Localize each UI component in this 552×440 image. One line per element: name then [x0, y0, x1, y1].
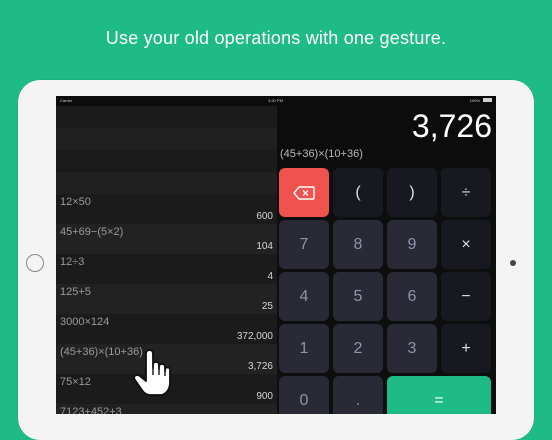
key-6[interactable]: 6: [387, 272, 437, 321]
key-9[interactable]: 9: [387, 220, 437, 269]
calculator-display: 3,726 (45+36)×(10+36): [277, 106, 496, 166]
history-expression: 12÷3: [60, 256, 85, 268]
history-expression: 7123+452+3: [60, 406, 122, 414]
history-item[interactable]: 125+5 25: [56, 284, 277, 314]
display-expression: (45+36)×(10+36): [280, 148, 363, 160]
history-item[interactable]: 12÷3 4: [56, 254, 277, 284]
decimal-button[interactable]: .: [333, 376, 383, 414]
open-paren-button[interactable]: (: [333, 168, 383, 217]
close-paren-button[interactable]: ): [387, 168, 437, 217]
keypad: ( ) ÷ 7 8 9 × 4 5 6 − 1 2 3 + 0 . =: [277, 166, 496, 414]
multiply-button[interactable]: ×: [441, 220, 491, 269]
history-item[interactable]: 3000×124 372,000: [56, 314, 277, 344]
equals-button[interactable]: =: [387, 376, 491, 414]
camera-icon: [510, 260, 516, 266]
battery-icon: [483, 98, 492, 102]
key-7[interactable]: 7: [279, 220, 329, 269]
history-expression: (45+36)×(10+36): [60, 346, 143, 358]
carrier-label: Carrier: [60, 98, 73, 103]
history-result: 372,000: [236, 331, 273, 342]
delete-button[interactable]: [279, 168, 329, 217]
key-3[interactable]: 3: [387, 324, 437, 373]
pointing-hand-icon: [133, 349, 171, 396]
history-item[interactable]: 45+69−(5×2) 104: [56, 224, 277, 254]
key-1[interactable]: 1: [279, 324, 329, 373]
key-4[interactable]: 4: [279, 272, 329, 321]
history-spacer: [56, 128, 277, 150]
history-item[interactable]: 12×50 600: [56, 194, 277, 224]
backspace-icon: [293, 185, 315, 200]
history-expression: 125+5: [60, 286, 91, 298]
divide-button[interactable]: ÷: [441, 168, 491, 217]
history-spacer: [56, 150, 277, 172]
app-screen: Carrier 3:20 PM 100% 12×50 600 45+69−(5×…: [56, 96, 496, 414]
status-bar: Carrier 3:20 PM 100%: [56, 96, 496, 106]
history-result: 104: [256, 241, 273, 252]
key-8[interactable]: 8: [333, 220, 383, 269]
plus-button[interactable]: +: [441, 324, 491, 373]
home-button[interactable]: [26, 254, 44, 272]
history-result: 3,726: [247, 361, 273, 372]
battery-percent: 100%: [469, 98, 480, 103]
history-spacer: [56, 172, 277, 194]
key-0[interactable]: 0: [279, 376, 329, 414]
history-result: 600: [256, 211, 273, 222]
key-5[interactable]: 5: [333, 272, 383, 321]
history-expression: 45+69−(5×2): [60, 226, 124, 238]
headline: Use your old operations with one gesture…: [105, 28, 447, 48]
history-result: 900: [256, 391, 273, 402]
key-2[interactable]: 2: [333, 324, 383, 373]
display-value: 3,726: [411, 108, 492, 144]
history-item[interactable]: 7123+452+3: [56, 404, 277, 414]
clock: 3:20 PM: [268, 98, 283, 103]
history-expression: 3000×124: [60, 316, 110, 328]
history-result: 4: [267, 271, 273, 282]
minus-button[interactable]: −: [441, 272, 491, 321]
history-expression: 12×50: [60, 196, 91, 208]
history-spacer: [56, 106, 277, 128]
history-expression: 75×12: [60, 376, 91, 388]
history-result: 25: [261, 301, 273, 312]
